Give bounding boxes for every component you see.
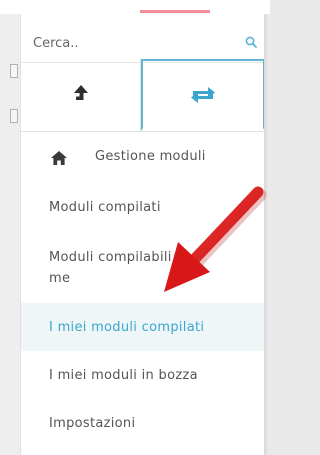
upload-icon (73, 85, 88, 100)
tab-sync[interactable] (141, 59, 265, 131)
menu-item-moduli-compilati[interactable]: Moduli compilati (21, 185, 265, 231)
menu-item-miei-moduli-compilati[interactable]: I miei moduli compilati (21, 303, 265, 351)
menu-item-label: I miei moduli compilati (49, 320, 205, 335)
gutter-handle[interactable] (10, 109, 18, 123)
menu-item-label: I miei moduli in bozza (49, 368, 198, 383)
panel-shadow (264, 14, 270, 455)
top-bar (0, 0, 270, 14)
menu-item-label: Moduli compilati (49, 200, 161, 215)
search-icon[interactable] (245, 36, 257, 48)
top-accent-line (140, 10, 210, 13)
sync-icon (191, 86, 215, 103)
left-gutter (0, 14, 20, 455)
tab-bar (21, 59, 265, 132)
menu-item-moduli-compilabili[interactable]: Moduli compilabili da me (21, 233, 265, 299)
menu-item-impostazioni[interactable]: Impostazioni (21, 401, 265, 447)
menu-item-label: Impostazioni (49, 416, 136, 431)
menu-item-label: Moduli compilabili da me (49, 250, 193, 286)
search-input[interactable] (31, 31, 235, 55)
menu-item-gestione-moduli[interactable]: Gestione moduli (21, 131, 265, 183)
search-box (21, 22, 265, 63)
menu-item-moduli-in-bozza[interactable]: I miei moduli in bozza (21, 353, 265, 399)
gutter-handle[interactable] (10, 64, 18, 78)
tab-upload[interactable] (21, 59, 141, 131)
home-icon (51, 151, 67, 165)
sidebar-panel: Gestione moduli Moduli compilati Moduli … (20, 14, 265, 455)
menu-item-label: Gestione moduli (95, 149, 206, 164)
